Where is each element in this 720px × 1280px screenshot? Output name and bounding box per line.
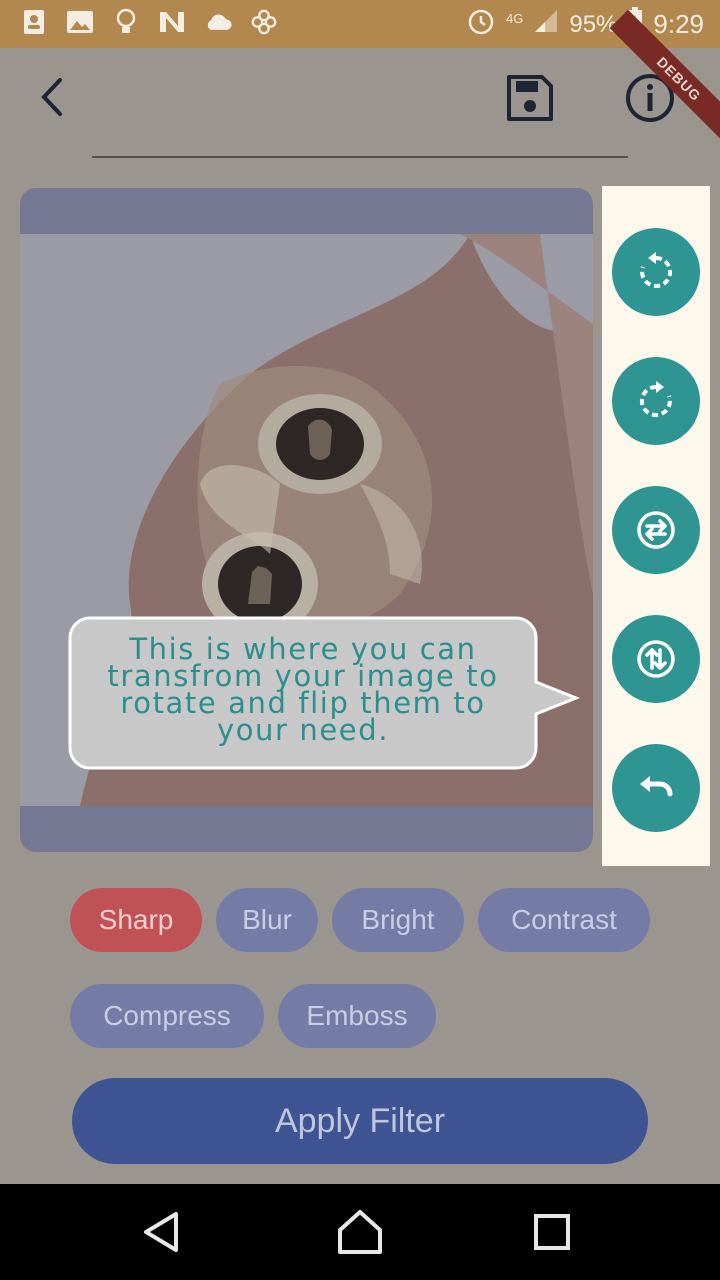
- filter-chip-contrast[interactable]: Contrast: [478, 888, 650, 952]
- cloud-icon: [204, 8, 232, 36]
- apply-filter-button[interactable]: Apply Filter: [72, 1078, 648, 1164]
- app-bar: [0, 48, 720, 168]
- bulb-icon: [112, 8, 140, 36]
- undo-icon: [640, 776, 673, 797]
- n-icon: [158, 8, 186, 36]
- tutorial-tooltip: This is where you can transfrom your ima…: [68, 616, 581, 770]
- rotate-right-icon: [639, 381, 672, 417]
- network-label: 4G: [506, 11, 524, 26]
- transform-tool-panel: [602, 186, 710, 866]
- flip-vertical-button[interactable]: [612, 615, 700, 703]
- filter-chip-sharp[interactable]: Sharp: [70, 888, 202, 952]
- flip-vertical-icon: [637, 640, 675, 678]
- battery-percent: 95%: [569, 10, 618, 38]
- nav-back-button[interactable]: [136, 1204, 192, 1260]
- undo-button[interactable]: [612, 744, 700, 832]
- signal-icon: [533, 8, 559, 41]
- contacts-icon: [20, 8, 48, 36]
- back-arrow-icon: [41, 78, 62, 116]
- save-button[interactable]: [504, 72, 556, 124]
- tooltip-text: This is where you can transfrom your ima…: [107, 632, 499, 747]
- clock: 9:29: [653, 9, 704, 39]
- pinwheel-icon: [250, 8, 278, 36]
- image-icon: [66, 8, 94, 36]
- back-button[interactable]: [30, 74, 76, 120]
- rotate-left-button[interactable]: [612, 228, 700, 316]
- rotate-left-icon: [640, 252, 673, 288]
- flip-horizontal-icon: [637, 511, 675, 549]
- flip-horizontal-button[interactable]: [612, 486, 700, 574]
- navigation-bar: [0, 1184, 720, 1280]
- alarm-icon: [466, 6, 496, 43]
- nav-home-button[interactable]: [332, 1204, 388, 1260]
- home-icon: [338, 1210, 382, 1254]
- back-triangle-icon: [144, 1212, 178, 1252]
- filter-chip-emboss[interactable]: Emboss: [278, 984, 436, 1048]
- nav-recents-button[interactable]: [524, 1204, 580, 1260]
- recents-icon: [534, 1214, 570, 1250]
- filter-chip-blur[interactable]: Blur: [216, 888, 318, 952]
- save-icon: [507, 75, 553, 121]
- filter-chip-compress[interactable]: Compress: [70, 984, 264, 1048]
- divider: [92, 156, 628, 158]
- rotate-right-button[interactable]: [612, 357, 700, 445]
- filter-chip-bright[interactable]: Bright: [332, 888, 464, 952]
